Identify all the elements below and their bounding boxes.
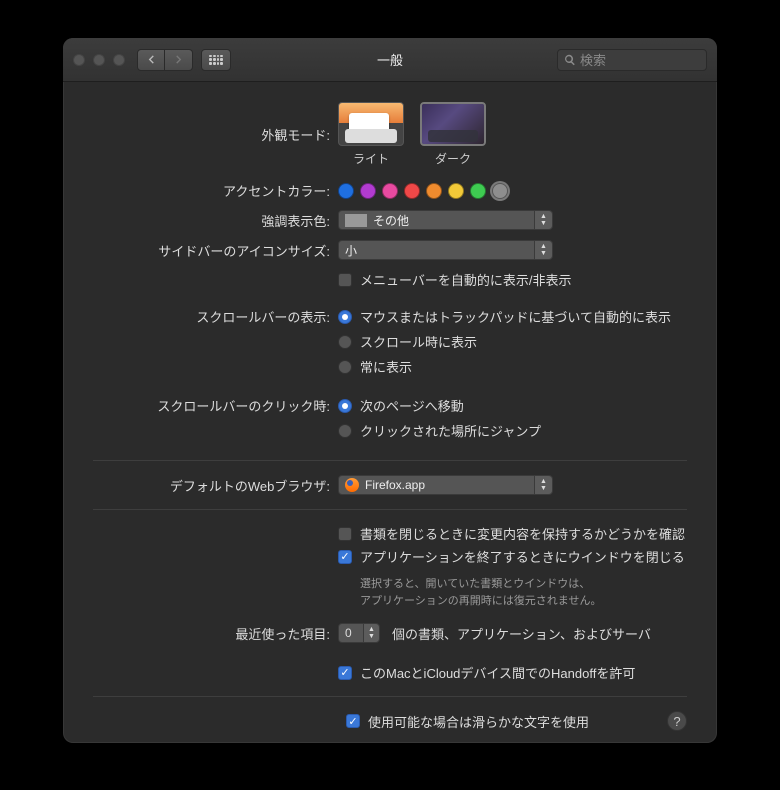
minimize-window-button[interactable] xyxy=(93,54,105,66)
checkbox-icon xyxy=(338,273,352,287)
checkbox-icon xyxy=(338,550,352,564)
scrollbar-click-option-label: クリックされた場所にジャンプ xyxy=(360,421,541,440)
accent-swatch[interactable] xyxy=(426,183,442,199)
checkbox-icon xyxy=(338,527,352,541)
radio-icon xyxy=(338,335,352,349)
forward-button[interactable] xyxy=(165,49,193,71)
appearance-light-thumb xyxy=(338,102,404,146)
accent-color-swatches xyxy=(338,183,508,199)
sidebar-size-label: サイドバーのアイコンサイズ: xyxy=(93,241,338,260)
recent-items-stepper[interactable]: 0 ▲▼ xyxy=(338,623,380,643)
accent-swatch[interactable] xyxy=(404,183,420,199)
recent-items-suffix: 個の書類、アプリケーション、およびサーバ xyxy=(392,624,651,643)
nav-buttons xyxy=(137,49,193,71)
default-browser-value: Firefox.app xyxy=(365,478,425,492)
checkbox-icon xyxy=(346,714,360,728)
accent-swatch[interactable] xyxy=(382,183,398,199)
accent-swatch[interactable] xyxy=(470,183,486,199)
zoom-window-button[interactable] xyxy=(113,54,125,66)
ask-save-checkbox[interactable]: 書類を閉じるときに変更内容を保持するかどうかを確認 xyxy=(338,524,685,543)
scrollbar-show-option-label: スクロール時に表示 xyxy=(360,332,477,351)
radio-icon xyxy=(338,310,352,324)
ask-save-label: 書類を閉じるときに変更内容を保持するかどうかを確認 xyxy=(360,524,685,543)
accent-swatch[interactable] xyxy=(448,183,464,199)
appearance-dark[interactable]: ダーク xyxy=(420,102,486,167)
handoff-checkbox[interactable]: このMacとiCloudデバイス間でのHandoffを許可 xyxy=(338,663,635,682)
divider xyxy=(93,460,687,461)
accent-swatch[interactable] xyxy=(492,183,508,199)
accent-swatch[interactable] xyxy=(338,183,354,199)
scrollbar-show-option-label: マウスまたはトラックパッドに基づいて自動的に表示 xyxy=(360,307,671,326)
highlight-swatch-icon xyxy=(345,214,367,227)
close-windows-hint: 選択すると、開いていた書類とウインドウは、 アプリケーションの再開時には復元され… xyxy=(360,576,601,609)
default-browser-label: デフォルトのWebブラウザ: xyxy=(93,476,338,495)
scrollbar-show-option[interactable]: マウスまたはトラックパッドに基づいて自動的に表示 xyxy=(338,307,671,326)
scrollbar-click-option[interactable]: 次のページへ移動 xyxy=(338,396,541,415)
search-icon xyxy=(564,54,576,66)
menubar-autohide-label: メニューバーを自動的に表示/非表示 xyxy=(360,270,571,289)
highlight-value: その他 xyxy=(373,212,409,229)
preferences-window: 一般 検索 外観モード: ライト xyxy=(63,38,717,743)
search-placeholder: 検索 xyxy=(580,50,606,69)
appearance-label: 外観モード: xyxy=(93,125,338,144)
sidebar-size-select[interactable]: 小 ▲▼ xyxy=(338,240,553,260)
divider xyxy=(93,696,687,697)
select-arrows-icon: ▲▼ xyxy=(534,211,552,229)
select-arrows-icon: ▲▼ xyxy=(534,241,552,259)
content-area: 外観モード: ライト ダーク xyxy=(63,82,717,743)
titlebar: 一般 検索 xyxy=(63,38,717,82)
select-arrows-icon: ▲▼ xyxy=(534,476,552,494)
highlight-color-select[interactable]: その他 ▲▼ xyxy=(338,210,553,230)
checkbox-icon xyxy=(338,666,352,680)
recent-items-label: 最近使った項目: xyxy=(93,624,338,643)
divider xyxy=(93,509,687,510)
recent-items-value: 0 xyxy=(345,626,352,640)
traffic-lights xyxy=(73,54,125,66)
help-button[interactable]: ? xyxy=(667,711,687,731)
appearance-light[interactable]: ライト xyxy=(338,102,404,167)
scrollbar-click-label: スクロールバーのクリック時: xyxy=(93,396,338,415)
search-field[interactable]: 検索 xyxy=(557,49,707,71)
scrollbar-click-option[interactable]: クリックされた場所にジャンプ xyxy=(338,421,541,440)
default-browser-select[interactable]: Firefox.app ▲▼ xyxy=(338,475,553,495)
firefox-icon xyxy=(345,478,359,492)
close-windows-label: アプリケーションを終了するときにウインドウを閉じる xyxy=(360,547,685,566)
accent-color-label: アクセントカラー: xyxy=(93,181,338,200)
stepper-arrows-icon: ▲▼ xyxy=(363,624,379,642)
radio-icon xyxy=(338,424,352,438)
radio-icon xyxy=(338,360,352,374)
appearance-dark-thumb xyxy=(420,102,486,146)
close-windows-checkbox[interactable]: アプリケーションを終了するときにウインドウを閉じる xyxy=(338,547,685,566)
highlight-color-label: 強調表示色: xyxy=(93,211,338,230)
appearance-dark-label: ダーク xyxy=(435,150,471,167)
scrollbar-show-option[interactable]: スクロール時に表示 xyxy=(338,332,671,351)
scrollbar-show-label: スクロールバーの表示: xyxy=(93,307,338,326)
scrollbar-show-option-label: 常に表示 xyxy=(360,357,412,376)
font-smoothing-label: 使用可能な場合は滑らかな文字を使用 xyxy=(368,712,589,731)
scrollbar-click-option-label: 次のページへ移動 xyxy=(360,396,464,415)
sidebar-size-value: 小 xyxy=(345,242,357,259)
font-smoothing-checkbox[interactable]: 使用可能な場合は滑らかな文字を使用 xyxy=(346,712,589,731)
radio-icon xyxy=(338,399,352,413)
back-button[interactable] xyxy=(137,49,165,71)
menubar-autohide-checkbox[interactable]: メニューバーを自動的に表示/非表示 xyxy=(338,270,571,289)
handoff-label: このMacとiCloudデバイス間でのHandoffを許可 xyxy=(360,663,635,682)
appearance-light-label: ライト xyxy=(353,150,389,167)
close-window-button[interactable] xyxy=(73,54,85,66)
show-all-button[interactable] xyxy=(201,49,231,71)
scrollbar-show-option[interactable]: 常に表示 xyxy=(338,357,671,376)
accent-swatch[interactable] xyxy=(360,183,376,199)
